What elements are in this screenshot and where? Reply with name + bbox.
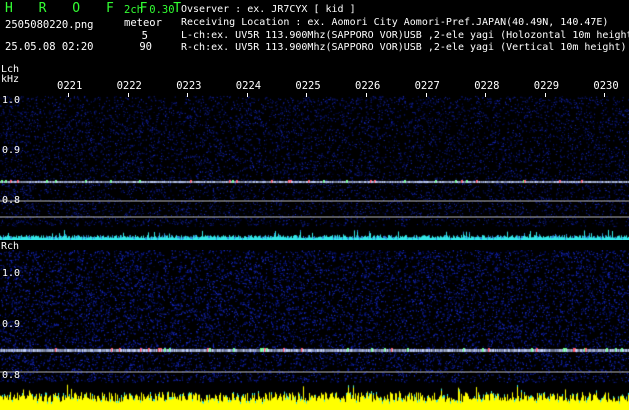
filename-label: 2505080220.png: [5, 19, 94, 31]
header-area: H R O F F T 2ch 0.30 2505080220.png mete…: [0, 0, 629, 62]
time-tick-mark: [604, 93, 606, 97]
time-tick-label: 0228: [474, 80, 500, 92]
time-tick-mark: [187, 93, 189, 97]
time-tick-mark: [544, 93, 546, 97]
lch-ylabel-2: 0.9: [2, 145, 21, 156]
rch-description: R-ch:ex. UV5R 113.900Mhz(SAPPORO VOR)USB…: [181, 42, 627, 53]
lch-description: L-ch:ex. UV5R 113.900Mhz(SAPPORO VOR)USB…: [181, 30, 629, 41]
time-tick-mark: [366, 93, 367, 97]
lch-unit: kHz: [1, 74, 20, 85]
time-tick-label: 0226: [355, 80, 381, 92]
datetime-label: 25.05.08 02:20: [5, 41, 94, 53]
rch-ylabel-3: 0.8: [2, 370, 21, 381]
time-tick-label: 0229: [533, 80, 560, 92]
rch-overlay: [0, 371, 629, 373]
rch-title: Rch: [1, 241, 20, 252]
time-tick-mark: [425, 93, 427, 97]
version-label: 2ch 0.30: [124, 4, 175, 16]
time-tick-label: 0223: [176, 80, 202, 92]
time-tick-mark: [68, 93, 69, 97]
rch-ylabel-1: 1.0: [2, 268, 21, 279]
time-tick-label: 0225: [295, 80, 321, 92]
meteor-label: meteor: [124, 17, 162, 29]
time-tick-mark: [246, 93, 248, 97]
time-tick-label: 0224: [235, 80, 262, 92]
time-tick-mark: [127, 93, 129, 97]
lch-ylabel-1: 1.0: [2, 95, 21, 106]
location-info: Receiving Location : ex. Aomori City Aom…: [181, 17, 609, 28]
time-tick-label: 0221: [57, 80, 83, 92]
time-tick-label: 0227: [414, 80, 440, 92]
rch-panel: Rch 1.0 0.9 0.8: [0, 242, 629, 410]
time-tick-mark: [485, 93, 487, 97]
lch-panel: Lch kHz 1.0 0.9 0.8 0221 0222 0223 0224 0225…: [0, 62, 629, 242]
meteor-count-rch: 90: [139, 41, 152, 53]
observer-info: Ovserver : ex. JR7CYX [ kid ]: [181, 4, 356, 15]
time-tick-mark: [306, 93, 308, 97]
time-tick-label: 0230: [593, 80, 619, 92]
rch-ylabel-2: 0.9: [2, 319, 21, 330]
lch-ylabel-3: 0.8: [2, 195, 21, 206]
time-tick-label: 0222: [116, 80, 142, 92]
